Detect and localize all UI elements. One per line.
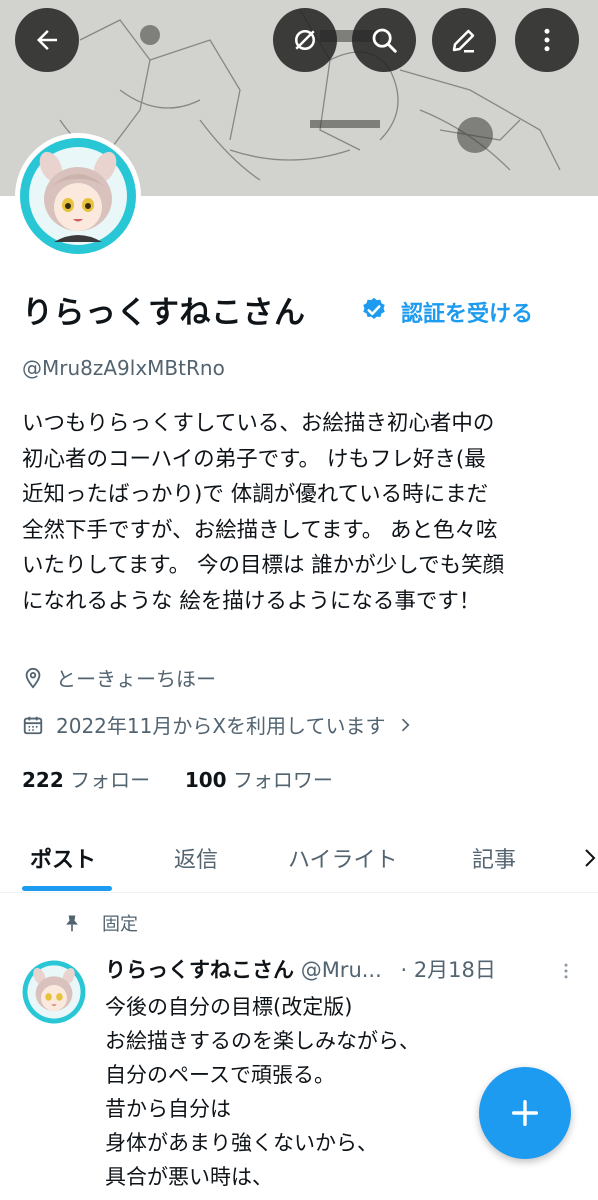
compose-button[interactable] (479, 1067, 571, 1159)
location-text: とーきょーちほー (56, 667, 216, 691)
chevron-right-icon (402, 718, 410, 731)
avatar-image (22, 960, 86, 1024)
following-link[interactable]: 222 フォロー (22, 768, 156, 792)
edit-button[interactable] (432, 8, 496, 72)
profile-bio: いつもりらっくすしている、お絵描き初心者中の 初心者のコーハイの弟子です。 けも… (22, 406, 582, 619)
post-line: 自分のペースで頑張る。 (105, 1063, 335, 1087)
followers-count: 100 (184, 768, 227, 792)
pinned-label: 固定 (102, 914, 138, 935)
tab-highlights[interactable]: ハイライト (288, 842, 398, 874)
location-pin-icon (25, 667, 41, 689)
plus-icon (511, 1099, 539, 1127)
profile-joined[interactable]: 2022年11月からXを利用しています (22, 710, 415, 739)
post-more-icon[interactable] (556, 958, 576, 984)
profile-tabs: ポスト 返信 ハイライト 記事 (0, 820, 598, 893)
profile-avatar[interactable] (15, 133, 141, 259)
hide-button[interactable] (273, 8, 337, 72)
post-author-avatar[interactable] (22, 960, 86, 1024)
pencil-icon (452, 29, 475, 53)
calendar-icon (23, 716, 43, 734)
post-author-handle[interactable]: @Mru... (301, 958, 382, 982)
bio-line: になれるような 絵を描けるようになる事です！ (22, 588, 481, 614)
search-button[interactable] (352, 8, 416, 72)
followers-link[interactable]: 100 フォロワー (185, 768, 333, 792)
bio-line: いたりしてます。 今の目標は 誰かが少しでも笑顔 (22, 553, 505, 578)
more-vertical-icon (544, 28, 550, 52)
tabs-scroll-right-icon[interactable] (582, 846, 598, 870)
eye-slash-icon (295, 30, 315, 50)
profile-location: とーきょーちほー (22, 663, 216, 692)
tab-replies[interactable]: 返信 (174, 842, 218, 874)
profile-handle: @Mru8zA9lxMBtRno (22, 356, 225, 380)
post-line: 今後の自分の目標(改定版) (105, 995, 353, 1019)
get-verified-link[interactable]: 認証を受ける (401, 296, 533, 328)
post-line: お絵描きするのを楽しみながら、 (105, 1029, 420, 1053)
back-arrow-icon (37, 30, 57, 50)
bio-line: いつもりらっくすしている、お絵描き初心者中の (22, 411, 495, 436)
more-button[interactable] (515, 8, 579, 72)
active-tab-indicator (22, 886, 112, 891)
post-date[interactable]: · 2月18日 (400, 958, 495, 982)
following-count: 222 (22, 768, 64, 792)
post-header: りらっくすねこさん @Mru... · 2月18日 (105, 954, 496, 984)
post-line: 身体があまり強くないから、 (105, 1131, 378, 1155)
bio-line: 全然下手ですが、お絵描きしてます。 あと色々呟 (22, 517, 498, 543)
post-line: 昔から自分は (105, 1097, 231, 1121)
bio-line: 初心者のコーハイの弟子です。 けもフレ好き(最 (22, 446, 486, 472)
tab-posts[interactable]: ポスト (30, 842, 96, 874)
post-line: 具合が悪い時は、 (105, 1165, 273, 1189)
verified-badge-icon (360, 296, 388, 328)
search-icon (372, 28, 397, 53)
display-name: りらっくすねこさん (22, 295, 306, 331)
followers-label: フォロワー (232, 768, 333, 792)
follow-stats: 222 フォロー 100 フォロワー (22, 764, 333, 793)
tab-articles[interactable]: 記事 (472, 842, 516, 874)
post-text[interactable]: 今後の自分の目標(改定版) お絵描きするのを楽しみながら、 自分のペースで頑張る… (105, 990, 420, 1194)
back-button[interactable] (15, 8, 79, 72)
avatar-image (20, 138, 136, 254)
pin-icon (66, 915, 78, 932)
joined-text: 2022年11月からXを利用しています (56, 714, 386, 738)
post-author-name[interactable]: りらっくすねこさん (105, 958, 294, 982)
pinned-indicator: 固定 (62, 910, 138, 936)
bio-line: 近知ったばっかり)で 体調が優れている時にまだ (22, 482, 489, 507)
following-label: フォロー (70, 768, 151, 792)
